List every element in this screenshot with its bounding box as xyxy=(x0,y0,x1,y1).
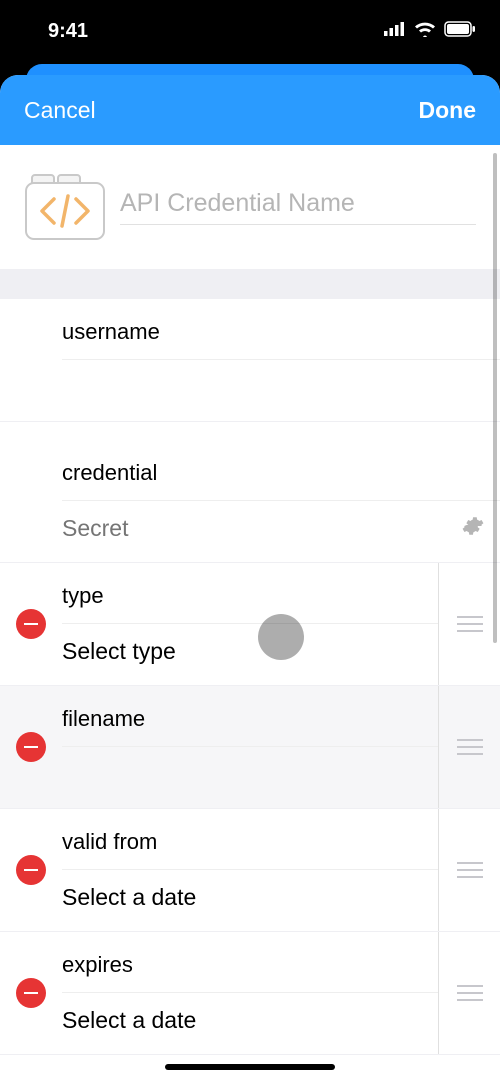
reorder-handle-icon[interactable] xyxy=(457,739,483,755)
done-button[interactable]: Done xyxy=(419,97,477,124)
reorder-handle-icon[interactable] xyxy=(457,985,483,1001)
home-indicator[interactable] xyxy=(165,1064,335,1070)
content-scroll[interactable]: username credential xyxy=(0,145,500,1080)
credential-label: credential xyxy=(62,460,500,501)
filename-input[interactable] xyxy=(62,761,422,788)
cellular-icon xyxy=(384,22,406,41)
status-icons xyxy=(384,21,476,42)
field-type: type Select type xyxy=(0,563,500,686)
delete-filename-button[interactable] xyxy=(16,732,46,762)
gear-icon[interactable] xyxy=(462,515,484,542)
modal-sheet: Cancel Done use xyxy=(0,75,500,1080)
section-gap xyxy=(0,269,500,299)
valid-from-date-picker[interactable]: Select a date xyxy=(62,884,422,911)
nav-bar: Cancel Done xyxy=(0,75,500,145)
username-input[interactable] xyxy=(62,374,484,401)
scroll-indicator xyxy=(493,153,497,643)
delete-expires-button[interactable] xyxy=(16,978,46,1008)
credential-secret-input[interactable] xyxy=(62,515,462,542)
field-filename: filename xyxy=(0,686,500,809)
field-credential: credential xyxy=(0,440,500,563)
valid-from-label: valid from xyxy=(62,829,438,870)
delete-valid-from-button[interactable] xyxy=(16,855,46,885)
status-bar: 9:41 xyxy=(0,0,500,58)
delete-type-button[interactable] xyxy=(16,609,46,639)
field-expires: expires Select a date xyxy=(0,932,500,1055)
filename-label: filename xyxy=(62,706,438,747)
reorder-handle-icon[interactable] xyxy=(457,862,483,878)
title-input-wrap xyxy=(120,189,476,225)
wifi-icon xyxy=(414,21,436,42)
expires-label: expires xyxy=(62,952,438,993)
field-valid-from: valid from Select a date xyxy=(0,809,500,932)
status-time: 9:41 xyxy=(24,20,384,43)
type-label: type xyxy=(62,583,438,624)
field-username: username xyxy=(0,299,500,422)
title-section xyxy=(0,145,500,269)
expires-date-picker[interactable]: Select a date xyxy=(62,1007,422,1034)
credential-name-input[interactable] xyxy=(120,189,476,218)
battery-icon xyxy=(444,21,476,42)
username-label: username xyxy=(62,319,500,360)
reorder-handle-icon[interactable] xyxy=(457,616,483,632)
type-select[interactable]: Select type xyxy=(62,638,422,665)
cancel-button[interactable]: Cancel xyxy=(24,97,96,124)
api-credential-icon xyxy=(24,173,106,241)
